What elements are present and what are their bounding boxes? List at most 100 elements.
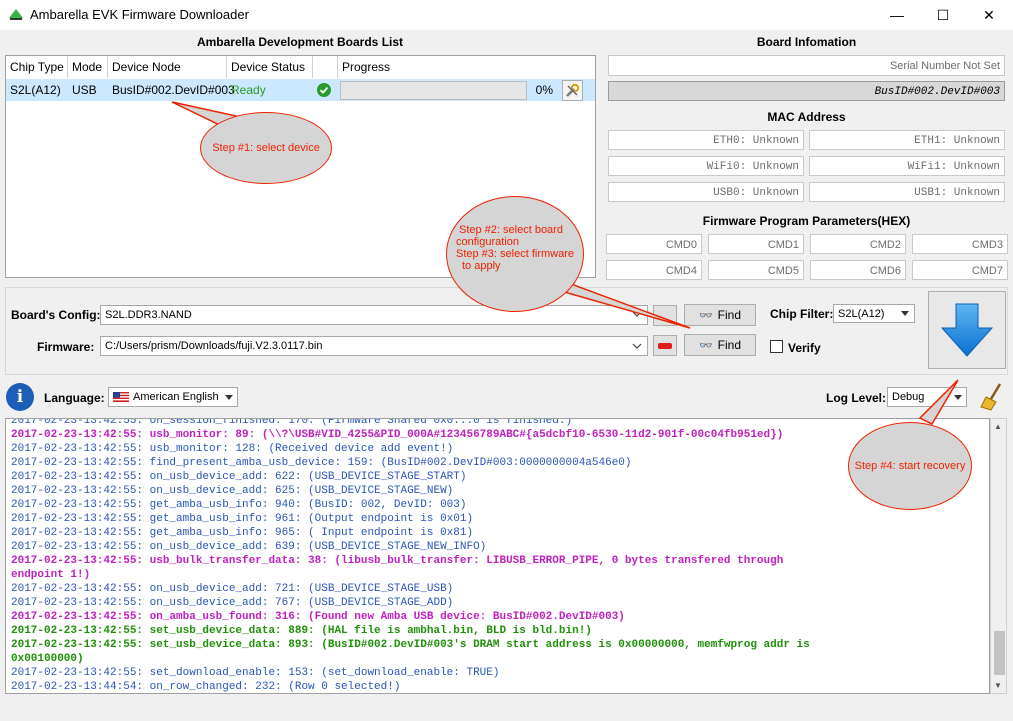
log-level-label: Log Level: (826, 391, 887, 405)
step4-text: Step #4: start recovery (854, 460, 966, 472)
col-chip-type[interactable]: Chip Type (6, 56, 68, 78)
chevron-down-icon (954, 395, 962, 400)
clear-icon (658, 342, 672, 349)
cmd4-field[interactable]: CMD4 (606, 260, 702, 280)
wifi0-field[interactable]: WiFi0: Unknown (608, 156, 804, 176)
step1-text: Step #1: select device (212, 142, 320, 154)
chip-filter-value: S2L(A12) (838, 308, 885, 320)
bus-id-field: BusID#002.DevID#003 (608, 81, 1005, 101)
clear-log-broom-icon[interactable] (978, 382, 1006, 412)
cmd7-field[interactable]: CMD7 (912, 260, 1008, 280)
log-line: 2017-02-23-13:44:54: on_row_changed: 232… (11, 681, 401, 693)
step2-text: Step #2: select board (459, 224, 563, 236)
cmd1-field[interactable]: CMD1 (708, 234, 804, 254)
log-line: 2017-02-23-13:42:55: get_amba_usb_info: … (11, 527, 474, 539)
maximize-button[interactable]: ☐ (920, 0, 966, 30)
progress-bar (340, 81, 527, 100)
log-line: 2017-02-23-13:42:55: set_usb_device_data… (11, 639, 810, 651)
firmware-select[interactable]: C:/Users/prism/Downloads/fuji.V2.3.0117.… (100, 336, 648, 356)
language-value: American English (133, 391, 219, 403)
start-recovery-button[interactable] (928, 291, 1006, 369)
wrench-icon (566, 83, 580, 97)
table-row[interactable]: S2L(A12) USB BusID#002.DevID#003 Ready 0… (6, 79, 595, 101)
firmware-params-title: Firmware Program Parameters(HEX) (702, 214, 911, 228)
scroll-up-icon[interactable]: ▲ (994, 422, 1002, 431)
cmd6-field[interactable]: CMD6 (810, 260, 906, 280)
scroll-down-icon[interactable]: ▼ (994, 681, 1002, 690)
scrollbar-thumb[interactable] (994, 631, 1005, 675)
log-line: 2017-02-23-13:42:55: on_usb_device_add: … (11, 485, 454, 497)
log-level-value: Debug (892, 391, 925, 403)
log-line: 2017-02-23-13:42:55: set_download_enable… (11, 667, 500, 679)
usb1-field[interactable]: USB1: Unknown (809, 182, 1005, 202)
row-device-status: Ready (231, 83, 266, 97)
step2-text-2: configuration (456, 236, 519, 248)
usb0-field[interactable]: USB0: Unknown (608, 182, 804, 202)
log-line: 2017-02-23-13:42:55: on_session_finished… (11, 418, 573, 427)
binoculars-icon: 👓 (698, 339, 713, 352)
row-device-node: BusID#002.DevID#003 (112, 83, 235, 97)
col-device-node[interactable]: Device Node (108, 56, 227, 78)
cmd0-field[interactable]: CMD0 (606, 234, 702, 254)
log-panel[interactable]: 2017-02-23-13:42:55: on_session_finished… (5, 418, 990, 694)
log-line: 0x00100000) (11, 653, 84, 665)
window-title: Ambarella EVK Firmware Downloader (30, 7, 249, 22)
step2-3-callout: Step #2: select board configuration Step… (446, 196, 584, 312)
eth0-field[interactable]: ETH0: Unknown (608, 130, 804, 150)
row-progress-percent: 0% (535, 83, 553, 97)
tools-button[interactable] (562, 80, 583, 101)
minimize-button[interactable]: — (874, 0, 920, 30)
eth1-field[interactable]: ETH1: Unknown (809, 130, 1005, 150)
log-line: 2017-02-23-13:42:55: usb_monitor: 89: (\… (11, 429, 784, 441)
col-mode[interactable]: Mode (68, 56, 108, 78)
chip-filter-label: Chip Filter: (770, 307, 834, 321)
col-status-icon[interactable] (313, 56, 338, 78)
log-line: 2017-02-23-13:42:55: get_amba_usb_info: … (11, 499, 467, 511)
clear-firmware-button[interactable] (653, 335, 677, 356)
row-chip-type: S2L(A12) (10, 83, 61, 97)
find-label: Find (717, 308, 742, 322)
wifi1-field[interactable]: WiFi1: Unknown (809, 156, 1005, 176)
log-line: endpoint 1!) (11, 569, 91, 581)
boards-list-title: Ambarella Development Boards List (196, 35, 404, 49)
step1-callout: Step #1: select device (200, 112, 332, 184)
binoculars-icon: 👓 (698, 309, 713, 322)
board-info-title: Board Infomation (756, 35, 857, 49)
log-line: 2017-02-23-13:42:55: on_usb_device_add: … (11, 597, 454, 609)
language-label: Language: (44, 391, 105, 405)
col-progress[interactable]: Progress (338, 56, 595, 78)
board-config-select[interactable]: S2L.DDR3.NAND (100, 305, 648, 325)
verify-checkbox[interactable] (770, 340, 783, 353)
find-board-config-button[interactable]: 👓 Find (684, 304, 756, 326)
row-mode: USB (72, 83, 97, 97)
serial-number-field[interactable]: Serial Number Not Set (608, 55, 1005, 76)
chevron-down-icon (632, 343, 642, 349)
log-line: 2017-02-23-13:42:55: usb_monitor: 128: (… (11, 443, 454, 455)
chevron-down-icon (901, 311, 909, 316)
log-line: 2017-02-23-13:42:55: set_usb_device_data… (11, 625, 592, 637)
find-firmware-button[interactable]: 👓 Find (684, 334, 756, 356)
step3-text: Step #3: select firmware (456, 248, 574, 260)
log-scrollbar[interactable]: ▲ ▼ (990, 418, 1007, 694)
clear-board-config-button[interactable] (653, 305, 677, 326)
col-device-status[interactable]: Device Status (227, 56, 313, 78)
firmware-label: Firmware: (37, 340, 95, 354)
download-arrow-icon (940, 303, 994, 357)
check-icon (317, 83, 331, 97)
log-line: 2017-02-23-13:42:55: on_usb_device_add: … (11, 471, 467, 483)
log-line: 2017-02-23-13:42:55: on_usb_device_add: … (11, 541, 487, 553)
cmd3-field[interactable]: CMD3 (912, 234, 1008, 254)
step3-text-2: to apply (462, 260, 501, 272)
app-logo-icon (9, 9, 23, 20)
info-icon[interactable]: i (6, 383, 34, 411)
step4-callout: Step #4: start recovery (848, 422, 972, 510)
us-flag-icon (113, 392, 129, 402)
log-line: 2017-02-23-13:42:55: find_present_amba_u… (11, 457, 632, 469)
cmd5-field[interactable]: CMD5 (708, 260, 804, 280)
cmd2-field[interactable]: CMD2 (810, 234, 906, 254)
close-button[interactable]: ✕ (966, 0, 1012, 30)
firmware-path-value: C:/Users/prism/Downloads/fuji.V2.3.0117.… (105, 340, 323, 352)
chevron-down-icon (225, 395, 233, 400)
board-config-value: S2L.DDR3.NAND (105, 309, 192, 321)
log-line: 2017-02-23-13:42:55: on_amba_usb_found: … (11, 611, 625, 623)
